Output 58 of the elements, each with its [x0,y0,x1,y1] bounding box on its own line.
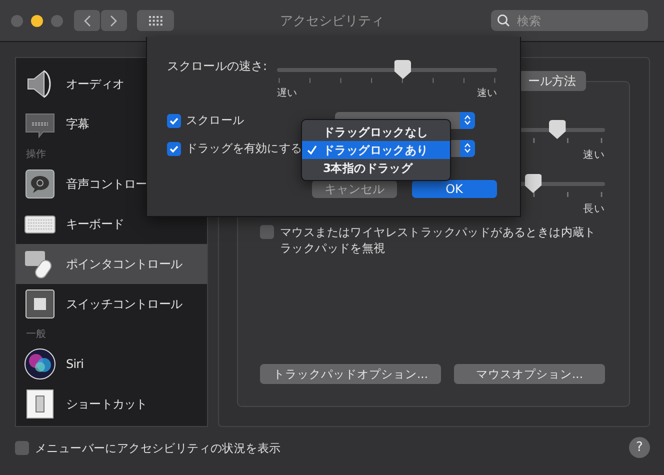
sidebar-item[interactable]: Siri [16,344,207,384]
checkbox-label: スクロール [186,112,244,128]
sidebar-item-label: 音声コントロー [66,176,148,192]
menu-item[interactable]: 3本指のドラッグ [302,159,450,177]
slider-label: 遅い [277,87,298,100]
sidebar-item-label: オーディオ [66,76,124,92]
search-icon [497,14,510,27]
sidebar-item[interactable]: ショートカット [16,384,207,424]
grid-button[interactable] [137,10,174,31]
chevron-right-icon [110,14,118,26]
menu-item[interactable]: ドラッグロックなし [302,123,450,141]
sidebar-item[interactable]: 音声コントロー [16,164,207,204]
checkbox[interactable] [167,114,181,128]
forward-button[interactable] [101,10,127,31]
checkbox[interactable] [15,441,29,455]
search-field[interactable]: 検索 [491,10,648,31]
options-button[interactable]: マウスオプション... [454,364,605,384]
checkbox-label: メニューバーにアクセシビリティの状況を表示 [35,440,281,456]
sidebar-item-label: Siri [66,357,84,371]
checkbox-label: マウスまたはワイヤレストラックパッドがあるときは内蔵トラックパッドを無視 [280,224,597,256]
back-button[interactable] [74,10,100,31]
checkbox[interactable] [167,142,181,156]
checkmark-icon [307,145,317,155]
sidebar-item[interactable]: キーボード [16,204,207,244]
tab[interactable]: ール方法 [518,71,586,91]
grid-icon [148,16,162,26]
sidebar-item-label: 字幕 [66,116,90,132]
siri-icon [24,348,56,380]
speed-label: スクロールの速さ: [167,58,268,75]
slider-thumb[interactable] [394,60,412,79]
speech-bubble-icon [24,168,56,200]
section-header: 操作 [26,148,46,162]
ok-button[interactable]: OK [412,180,497,198]
section-header: 一般 [26,328,46,342]
options-button[interactable]: トラックパッドオプション... [260,364,441,384]
slider-label: 速い [583,148,605,162]
menu-item[interactable]: ドラッグロックあり [302,141,450,159]
sidebar-item-label: キーボード [66,216,124,232]
chevron-icon [464,143,471,153]
switch-icon [24,288,56,320]
sidebar-item-label: ショートカット [66,396,148,412]
checkbox-label: ドラッグを有効にする [186,140,302,156]
slider-label: 速い [477,86,497,100]
slider-thumb[interactable] [548,120,566,139]
checkbox[interactable] [260,225,274,239]
help-button[interactable]: ? [629,437,650,458]
sidebar-item-label: スイッチコントロール [66,296,182,312]
switch-toggle-icon [24,388,56,420]
search-input[interactable]: 検索 [515,12,635,28]
minimize-button[interactable] [31,14,43,26]
slider-label: 長い [583,202,605,216]
sidebar-item-label: ポインタコントロール [66,256,182,272]
slider-thumb[interactable] [524,174,542,193]
chevron-left-icon [83,14,91,26]
chevron-icon [464,115,471,125]
sidebar-item[interactable]: スイッチコントロール [16,284,207,324]
window-title: アクセシビリティ [280,12,384,30]
sidebar-item[interactable]: ポインタコントロール [16,244,207,284]
